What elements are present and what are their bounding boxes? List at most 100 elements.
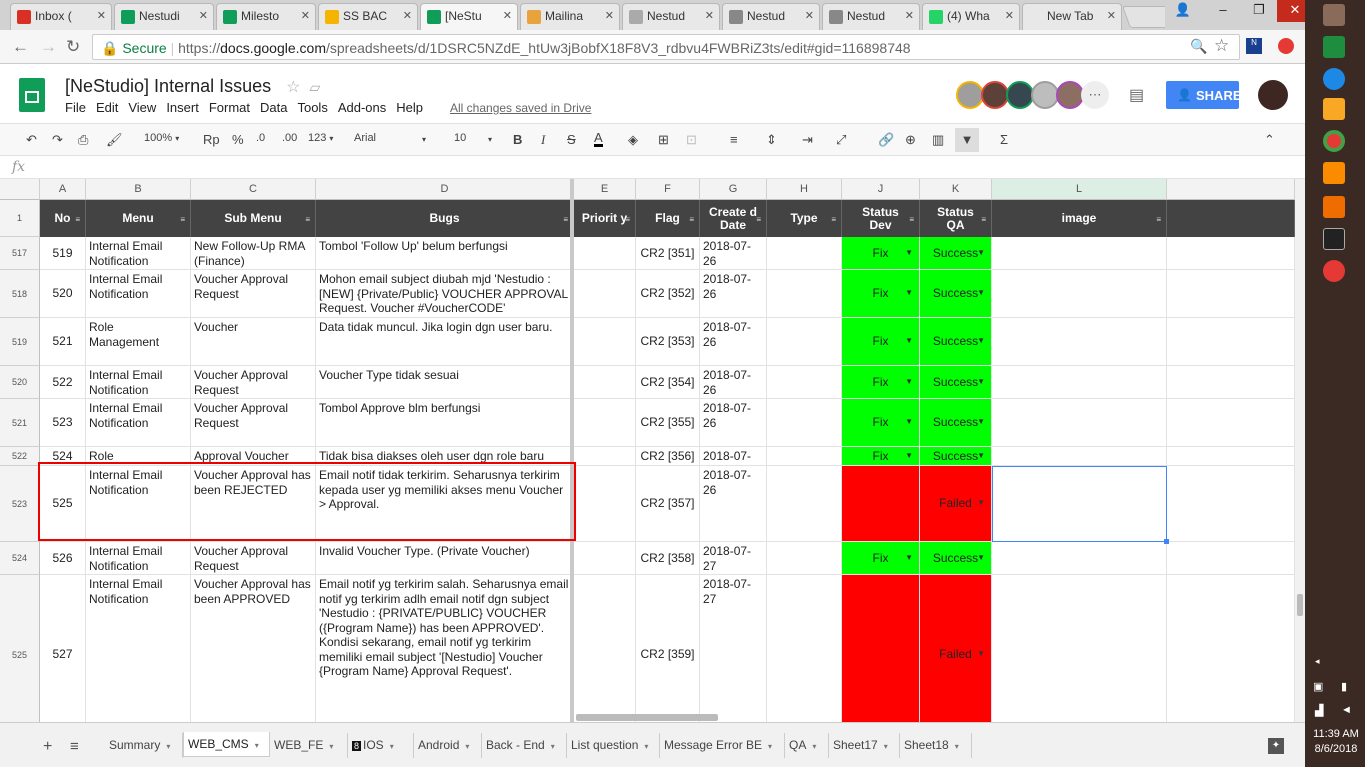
filter-icon[interactable]: ≡ xyxy=(180,213,185,226)
cell-status-qa[interactable]: Success ▼ xyxy=(920,542,992,575)
chrome-taskbar-icon[interactable] xyxy=(1323,130,1345,152)
back-icon[interactable]: ← xyxy=(12,37,29,57)
vertical-align-icon[interactable]: ⇕ xyxy=(766,132,777,148)
browser-tab[interactable]: Nestud ✕ xyxy=(622,3,720,30)
cell-bugs[interactable]: Mohon email subject diubah mjd 'Nestudio… xyxy=(316,270,574,318)
volume-icon[interactable]: ◄ xyxy=(1341,704,1352,716)
cell-date[interactable]: 2018-07-27 xyxy=(700,575,767,722)
row-number[interactable]: 522 xyxy=(0,447,40,466)
cell-type[interactable] xyxy=(767,466,842,542)
cell-no[interactable]: 519 xyxy=(40,237,86,270)
cell-menu[interactable]: Internal Email Notification xyxy=(86,575,191,722)
filter-icon[interactable]: ≡ xyxy=(756,213,761,226)
cell-empty[interactable] xyxy=(1167,399,1295,447)
cell-status-qa[interactable]: Success ▼ xyxy=(920,366,992,399)
filter-icon[interactable]: ≡ xyxy=(625,213,630,226)
browser-tab[interactable]: Inbox (✕ xyxy=(10,3,112,30)
cell-status-qa[interactable]: Failed ▼ xyxy=(920,466,992,542)
cell-status-dev[interactable]: Fix ▼ xyxy=(842,237,920,270)
cell-type[interactable] xyxy=(767,575,842,722)
frozen-column-divider[interactable] xyxy=(570,179,574,722)
cell-type[interactable] xyxy=(767,318,842,366)
scroll-thumb[interactable] xyxy=(1297,594,1303,616)
cell-priority[interactable] xyxy=(574,399,636,447)
cell-empty[interactable] xyxy=(1167,318,1295,366)
cell-empty[interactable] xyxy=(1167,575,1295,722)
chevron-down-icon[interactable]: ▾ xyxy=(488,135,492,144)
header-cell[interactable]: Create d Date ≡ xyxy=(700,200,767,237)
insert-link-icon[interactable]: 🔗 xyxy=(878,132,894,148)
browser-tab[interactable]: (4) Wha ✕ xyxy=(922,3,1020,30)
cell-status-dev[interactable]: Fix ▼ xyxy=(842,542,920,575)
cell-bugs[interactable]: Tombol 'Follow Up' belum berfungsi xyxy=(316,237,574,270)
cell-date[interactable]: 2018-07-27 xyxy=(700,542,767,575)
column-header[interactable]: A xyxy=(40,179,86,200)
cell-date[interactable]: 2018-07-26 xyxy=(700,270,767,318)
row-number[interactable]: 518 xyxy=(0,270,40,318)
menu-item-insert[interactable]: Insert xyxy=(166,100,199,115)
bold-button[interactable]: B xyxy=(513,132,522,147)
italic-button[interactable]: I xyxy=(541,132,545,148)
cell-menu[interactable]: Internal Email Notification xyxy=(86,237,191,270)
cell-submenu[interactable]: Voucher Approval Request xyxy=(191,542,316,575)
sheet-tab[interactable]: Summary ▾ xyxy=(105,733,183,758)
header-cell[interactable]: Bugs ≡ xyxy=(316,200,574,237)
sheet-tab[interactable]: WEB_FE ▾ xyxy=(270,733,348,758)
star-icon[interactable]: ☆ xyxy=(286,79,300,96)
menu-item-tools[interactable]: Tools xyxy=(297,100,327,115)
dropdown-arrow-icon[interactable]: ▼ xyxy=(905,551,913,566)
cell-status-dev[interactable] xyxy=(842,575,920,722)
row-number[interactable]: 1 xyxy=(0,200,40,237)
more-formats-select[interactable]: 123 ▾ xyxy=(308,132,333,144)
header-cell[interactable]: Priorit y ≡ xyxy=(574,200,636,237)
browser-tab[interactable]: Nestud ✕ xyxy=(722,3,820,30)
cell-priority[interactable] xyxy=(574,542,636,575)
sheet-tab-menu-icon[interactable]: ▾ xyxy=(255,741,259,750)
cell-status-qa[interactable]: Success ▼ xyxy=(920,399,992,447)
header-cell[interactable]: No ≡ xyxy=(40,200,86,237)
formula-bar[interactable]: fx xyxy=(0,157,1305,179)
text-rotation-icon[interactable]: ⤢ xyxy=(836,132,846,148)
cell-status-dev[interactable]: Fix ▼ xyxy=(842,366,920,399)
increase-decimal-button[interactable]: .00 xyxy=(282,132,297,144)
cell-no[interactable]: 520 xyxy=(40,270,86,318)
dropdown-arrow-icon[interactable]: ▼ xyxy=(977,246,985,261)
dropdown-arrow-icon[interactable]: ▼ xyxy=(905,375,913,390)
filter-icon[interactable]: ≡ xyxy=(563,213,568,226)
sheet-tab-menu-icon[interactable]: ▾ xyxy=(390,742,394,751)
borders-icon[interactable]: ⊞ xyxy=(658,132,669,148)
currency-format-button[interactable]: Rp xyxy=(203,132,220,147)
collapse-header-icon[interactable]: ⌃ xyxy=(1264,132,1275,148)
dropdown-arrow-icon[interactable]: ▼ xyxy=(977,496,985,511)
filter-icon[interactable]: ≡ xyxy=(689,213,694,226)
cell-menu[interactable]: Role Management xyxy=(86,318,191,366)
cell-bugs[interactable]: Email notif yg terkirim salah. Seharusny… xyxy=(316,575,574,722)
tab-close-icon[interactable]: ✕ xyxy=(301,9,310,22)
sheet-tab[interactable]: QA ▾ xyxy=(785,733,829,758)
url-field[interactable]: 🔒 Secure | https://docs.google.com/sprea… xyxy=(92,34,1240,60)
column-header[interactable]: K xyxy=(920,179,992,200)
tab-close-icon[interactable]: ✕ xyxy=(199,9,208,22)
menu-item-edit[interactable]: Edit xyxy=(96,100,118,115)
undo-icon[interactable]: ↶ xyxy=(26,132,37,148)
cell-image[interactable] xyxy=(992,366,1167,399)
share-button[interactable]: 👤 SHARE xyxy=(1166,81,1242,109)
row-number[interactable]: 520 xyxy=(0,366,40,399)
ie-taskbar-icon[interactable] xyxy=(1323,68,1345,90)
menu-item-view[interactable]: View xyxy=(128,100,156,115)
cell-submenu[interactable]: Voucher xyxy=(191,318,316,366)
save-status[interactable]: All changes saved in Drive xyxy=(450,101,591,115)
column-header[interactable]: J xyxy=(842,179,920,200)
redo-icon[interactable]: ↷ xyxy=(52,132,63,148)
cell-flag[interactable]: CR2 [357] xyxy=(636,466,700,542)
minimize-icon[interactable]: – xyxy=(1205,0,1241,22)
print-icon[interactable]: ⎙ xyxy=(78,132,88,148)
sheet-tab[interactable]: Back - End ▾ xyxy=(482,733,567,758)
column-header[interactable]: F xyxy=(636,179,700,200)
sheet-tab[interactable]: 8 IOS ▾ xyxy=(348,733,414,758)
sheet-tab[interactable]: Sheet18 ▾ xyxy=(900,733,972,758)
filter-icon[interactable]: ≡ xyxy=(909,213,914,226)
cell-type[interactable] xyxy=(767,366,842,399)
cell-empty[interactable] xyxy=(1167,237,1295,270)
header-cell[interactable]: Type ≡ xyxy=(767,200,842,237)
